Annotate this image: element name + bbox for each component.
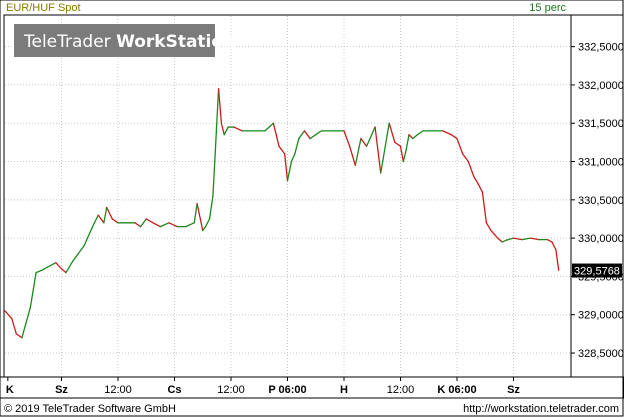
chart-window: EUR/HUF Spot 15 perc 328,5000 329,0000 329… (0, 0, 624, 417)
x-tick-label: 12:00 (387, 384, 415, 396)
footer-url[interactable]: http://workstation.teletrader.com (463, 403, 619, 415)
x-tick-label: K 06:00 (437, 384, 476, 396)
instrument-label: EUR/HUF Spot (6, 2, 81, 14)
last-price-marker: 329,5768 (572, 263, 622, 278)
y-tick-label: 330,0000 (578, 233, 624, 245)
last-price-value: 329,5768 (574, 266, 620, 278)
x-tick-label: 12:00 (104, 384, 132, 396)
logo-brand-bold: WorkStation (116, 32, 235, 52)
logo-text: TeleTrader WorkStation (23, 32, 235, 52)
y-tick-label: 329,0000 (578, 310, 624, 322)
x-tick-label: Sz (55, 384, 68, 396)
logo-brand-regular: TeleTrader (23, 32, 116, 52)
x-tick-label: Cs (167, 384, 181, 396)
interval-label: 15 perc (529, 2, 566, 14)
y-tick-label: 331,0000 (578, 157, 624, 169)
y-tick-label: 332,0000 (578, 80, 624, 92)
x-axis-panel (0, 376, 624, 399)
y-tick-label: 332,5000 (578, 42, 624, 54)
x-tick-label: 12:00 (217, 384, 245, 396)
x-tick-label: H (340, 384, 348, 396)
y-axis-ticks: 328,5000329,0000329,5000330,0000330,5000… (571, 42, 624, 360)
y-tick-label: 331,5000 (578, 118, 624, 130)
price-chart[interactable]: EUR/HUF Spot 15 perc 328,5000 329,0000 329… (0, 0, 624, 417)
y-tick-label: 328,5000 (578, 348, 624, 360)
x-tick-label: P 06:00 (268, 384, 306, 396)
x-tick-label: K (6, 384, 14, 396)
x-tick-label: Sz (507, 384, 520, 396)
y-tick-label: 330,5000 (578, 195, 624, 207)
copyright-text: © 2019 TeleTrader Software GmbH (4, 403, 176, 415)
